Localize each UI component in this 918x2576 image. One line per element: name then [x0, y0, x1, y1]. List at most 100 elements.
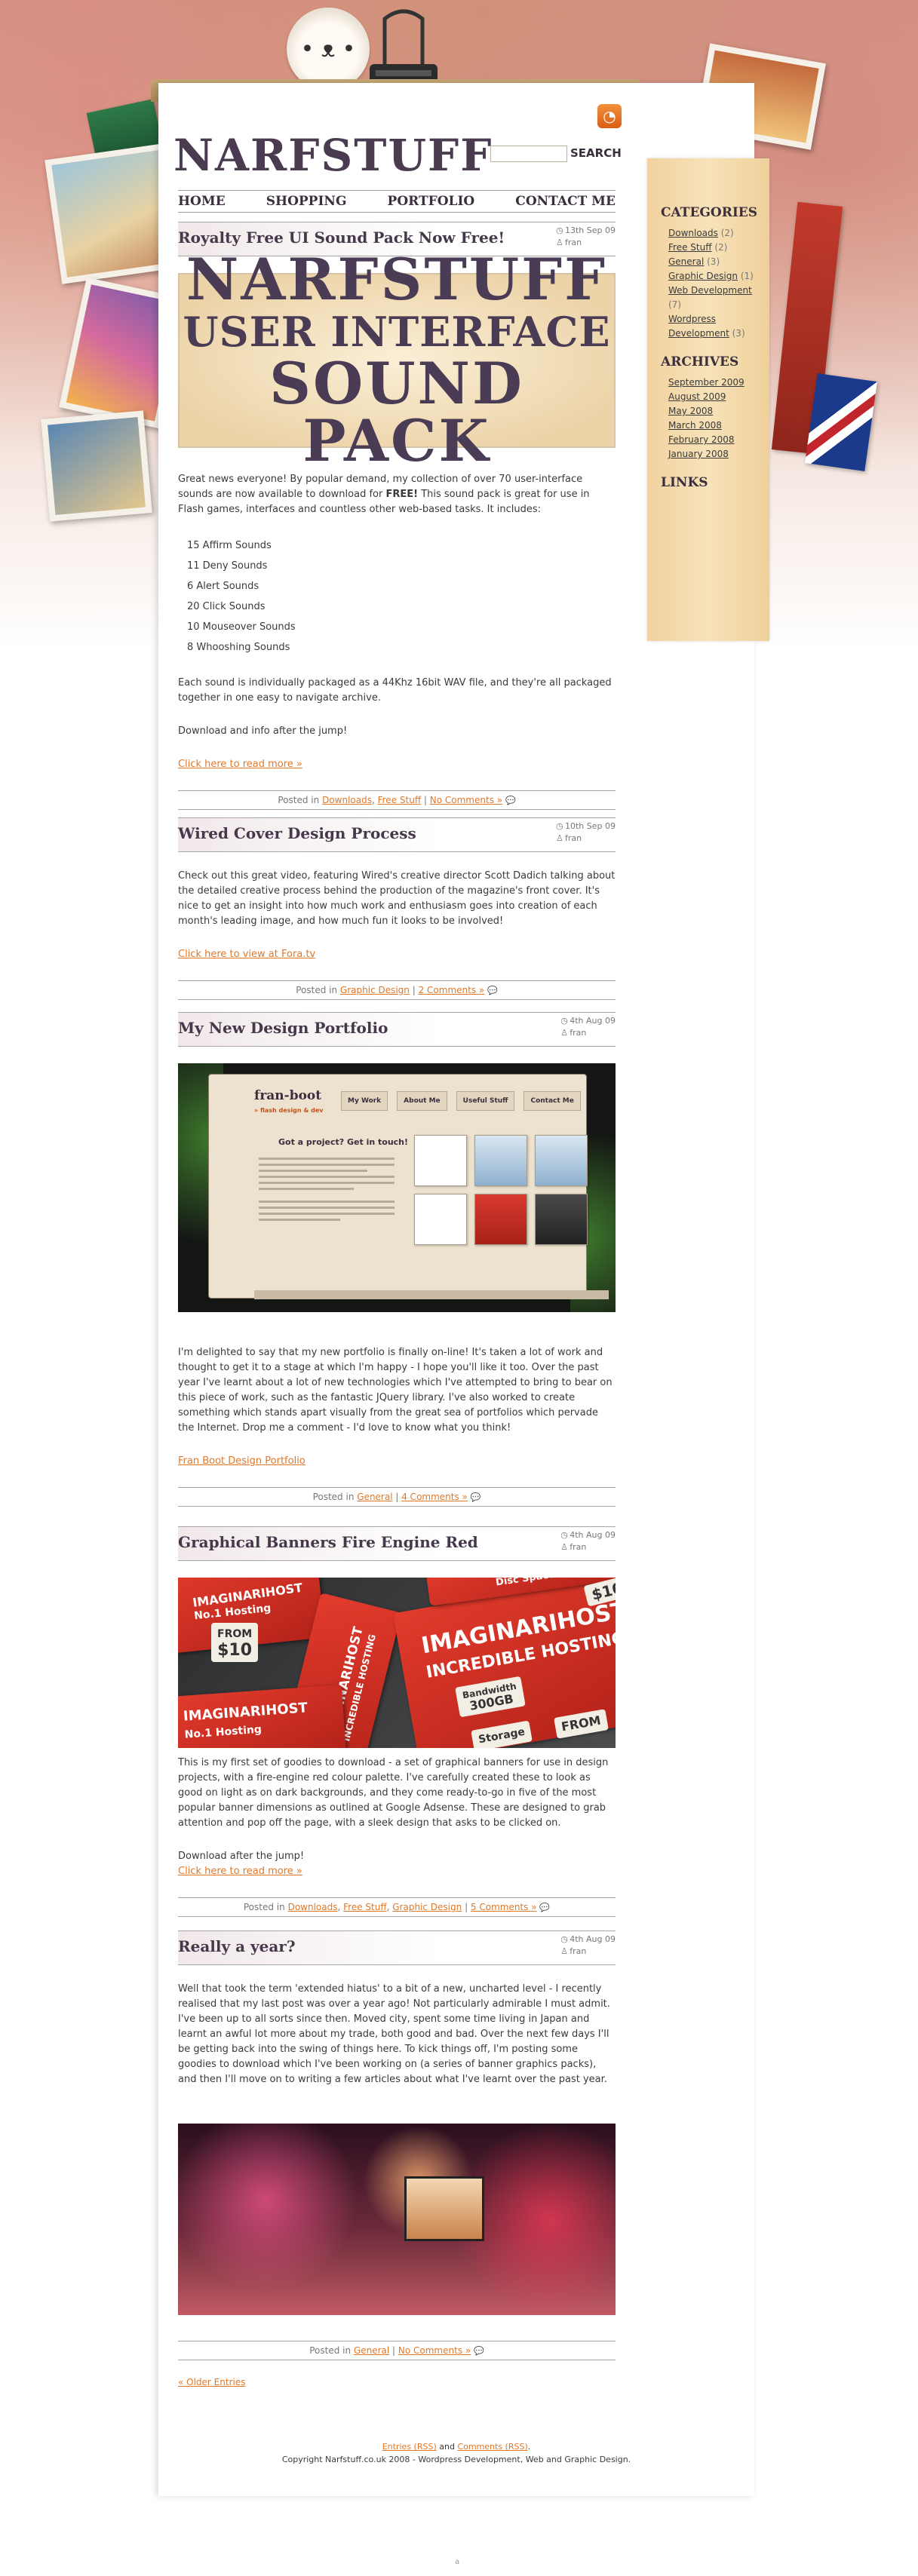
- tokyo-street-photo: [178, 2124, 616, 2315]
- clock-icon: ◷: [560, 1016, 568, 1026]
- category-count: (2): [720, 228, 734, 238]
- comments-link[interactable]: 4 Comments »: [401, 1492, 468, 1502]
- post-paragraph: Each sound is individually packaged as a…: [178, 677, 612, 704]
- category-link[interactable]: Downloads: [288, 1902, 338, 1912]
- category-link[interactable]: Downloads: [322, 795, 372, 805]
- post: Really a year? ◷ 4th Aug 09 ♙ fran Well th…: [178, 1930, 616, 2360]
- category-link[interactable]: Wordpress Development: [668, 314, 729, 339]
- thumbnail: [535, 1194, 588, 1245]
- post-footer: Posted in Downloads, Free Stuff | No Com…: [178, 790, 616, 810]
- portfolio-thumbnails: [414, 1135, 595, 1245]
- category-count: (3): [732, 328, 745, 339]
- search-button[interactable]: SEARCH: [566, 144, 626, 162]
- user-icon: ♙: [555, 238, 563, 247]
- archive-item: February 2008: [668, 433, 766, 447]
- list-item: 8 Whooshing Sounds: [187, 642, 290, 653]
- post-author: fran: [570, 1542, 587, 1552]
- list-item: 10 Mouseover Sounds: [187, 621, 296, 633]
- main-nav: HOME SHOPPING PORTFOLIO CONTACT ME: [178, 190, 616, 213]
- comment-icon: 💬: [539, 1903, 551, 1912]
- user-icon: ♙: [555, 833, 563, 843]
- banner-line: SOUND PACK: [269, 350, 524, 474]
- sound-list: 15 Affirm Sounds 11 Deny Sounds 6 Alert …: [187, 535, 616, 658]
- post-title[interactable]: Graphical Banners Fire Engine Red: [178, 1533, 616, 1551]
- portfolio-tagline: » flash design & dev: [254, 1107, 324, 1114]
- portfolio-footer-bar: [254, 1290, 609, 1299]
- clock-icon: ◷: [560, 1934, 568, 1944]
- post-date: 4th Aug 09: [570, 1934, 616, 1944]
- posted-in-label: Posted in: [309, 2345, 352, 2356]
- portfolio-tab: Useful Stuff: [456, 1091, 515, 1111]
- post-title[interactable]: My New Design Portfolio: [178, 1019, 616, 1037]
- category-link[interactable]: General: [357, 1492, 392, 1502]
- category-link[interactable]: General: [354, 2345, 389, 2356]
- posted-in-label: Posted in: [312, 1492, 355, 1502]
- category-link[interactable]: Graphic Design: [392, 1902, 462, 1912]
- comment-icon: 💬: [474, 2346, 484, 2356]
- archive-link[interactable]: January 2008: [668, 449, 729, 459]
- category-link[interactable]: Graphic Design: [668, 271, 738, 281]
- post-body: IMAGINARIHOST No.1 Hosting FROM $10 IMAGI…: [178, 1578, 616, 1879]
- site-logo[interactable]: NARFSTUFF: [173, 130, 493, 181]
- post-title[interactable]: Royalty Free UI Sound Pack Now Free!: [178, 228, 616, 247]
- post: My New Design Portfolio ◷ 4th Aug 09 ♙ fra…: [178, 1012, 616, 1507]
- categories-heading: CATEGORIES: [661, 205, 758, 220]
- banner-graphic: IMAGINARIHOST No.1 Hosting: [178, 1685, 346, 1748]
- post-header: Wired Cover Design Process ◷ 10th Sep 09 …: [178, 817, 616, 852]
- footer-text: and: [439, 2442, 455, 2452]
- portfolio-tab: My Work: [341, 1091, 388, 1111]
- post-title[interactable]: Really a year?: [178, 1937, 616, 1955]
- archive-link[interactable]: September 2009: [668, 377, 745, 388]
- search-input[interactable]: [490, 146, 567, 162]
- category-link[interactable]: Graphic Design: [340, 985, 410, 995]
- comments-link[interactable]: 2 Comments »: [419, 985, 485, 995]
- comments-link[interactable]: No Comments »: [398, 2345, 471, 2356]
- user-icon: ♙: [560, 1028, 569, 1038]
- posted-in-label: Posted in: [296, 985, 338, 995]
- view-video-link[interactable]: Click here to view at Fora.tv: [178, 949, 315, 960]
- category-link[interactable]: Web Development: [668, 285, 752, 296]
- posted-in-label: Posted in: [243, 1902, 285, 1912]
- comments-rss-link[interactable]: Comments (RSS): [457, 2442, 527, 2452]
- category-link[interactable]: Free Stuff: [668, 242, 711, 253]
- older-entries-link[interactable]: « Older Entries: [178, 2377, 245, 2387]
- copyright-text: Copyright Narfstuff.co.uk 2008 - Wordpre…: [281, 2455, 631, 2464]
- archive-link[interactable]: March 2008: [668, 420, 722, 431]
- post-title[interactable]: Wired Cover Design Process: [178, 824, 616, 842]
- archive-link[interactable]: May 2008: [668, 406, 713, 416]
- nav-contact-me[interactable]: CONTACT ME: [515, 194, 616, 209]
- thumbnail: [414, 1194, 467, 1245]
- archive-link[interactable]: February 2008: [668, 434, 735, 445]
- post-body: Check out this great video, featuring Wi…: [178, 869, 616, 962]
- comments-link[interactable]: No Comments »: [430, 795, 502, 805]
- post: Wired Cover Design Process ◷ 10th Sep 09 …: [178, 817, 616, 1000]
- category-link[interactable]: Downloads: [668, 228, 718, 238]
- nav-portfolio[interactable]: PORTFOLIO: [388, 194, 475, 209]
- category-link[interactable]: General: [668, 256, 704, 267]
- footer-text: .: [527, 2442, 531, 2452]
- post-paragraph: Check out this great video, featuring Wi…: [178, 870, 616, 927]
- list-item: 11 Deny Sounds: [187, 560, 268, 572]
- read-more-link[interactable]: Click here to read more »: [178, 1866, 302, 1877]
- nav-home[interactable]: HOME: [178, 194, 226, 209]
- list-item: 15 Affirm Sounds: [187, 540, 272, 551]
- post: Graphical Banners Fire Engine Red ◷ 4th A…: [178, 1526, 616, 1917]
- category-link[interactable]: Free Stuff: [378, 795, 421, 805]
- category-item: Wordpress Development (3): [668, 312, 766, 341]
- clock-icon: ◷: [555, 225, 563, 235]
- rss-icon[interactable]: ◔: [597, 104, 622, 128]
- post-footer: Posted in General | No Comments » 💬: [178, 2341, 616, 2360]
- entries-rss-link[interactable]: Entries (RSS): [382, 2442, 437, 2452]
- portfolio-link[interactable]: Fran Boot Design Portfolio: [178, 1455, 305, 1467]
- post-paragraph: Great news everyone! By popular demand, …: [178, 472, 616, 517]
- read-more-link[interactable]: Click here to read more »: [178, 759, 302, 770]
- comments-link[interactable]: 5 Comments »: [471, 1902, 537, 1912]
- archives-list: September 2009 August 2009 May 2008 Marc…: [668, 376, 766, 462]
- banner-label: FROM: [217, 1628, 253, 1640]
- category-item: General (3): [668, 255, 766, 269]
- banner-label: Disc Space: [495, 1578, 556, 1589]
- category-link[interactable]: Free Stuff: [343, 1902, 386, 1912]
- user-icon: ♙: [560, 1946, 569, 1956]
- archive-link[interactable]: August 2009: [668, 391, 726, 402]
- nav-shopping[interactable]: SHOPPING: [266, 194, 347, 209]
